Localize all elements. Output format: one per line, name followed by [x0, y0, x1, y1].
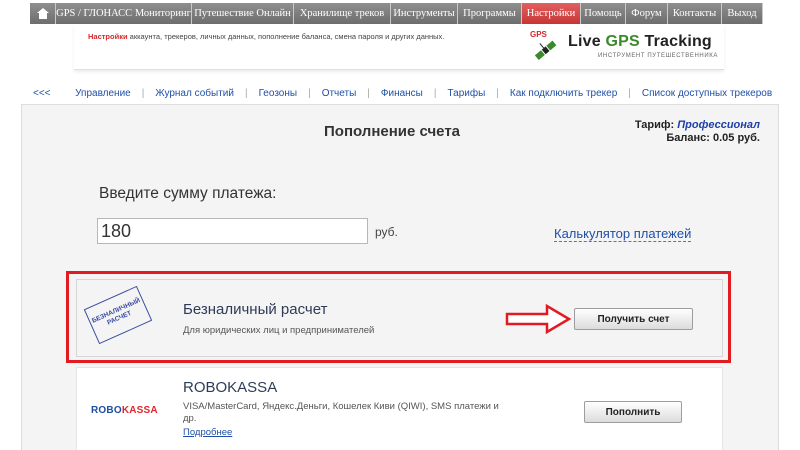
subnav-item-connect-tracker[interactable]: Как подключить трекер: [510, 88, 617, 99]
subnav-separator: |: [433, 87, 437, 99]
payment-option-robokassa: ROBOKASSA ROBOKASSA VISA/MasterCard, Янд…: [76, 367, 723, 450]
tariff-value: Профессионал: [677, 119, 760, 131]
amount-label: Введите сумму платежа:: [99, 185, 277, 202]
main-panel: Пополнение счета Тариф: Профессионал Бал…: [21, 104, 779, 450]
nav-item-track-storage[interactable]: Хранилище треков: [294, 3, 391, 24]
sub-navigation: <<< | Управление | Журнал событий | Геоз…: [33, 86, 772, 100]
satellite-icon: GPS: [530, 30, 557, 61]
robokassa-more-link[interactable]: Подробнее: [183, 427, 232, 438]
subnav-back-link[interactable]: <<<: [33, 88, 51, 99]
balance-label: Баланс:: [666, 132, 710, 144]
header-banner: Настройки аккаунта, трекеров, личных дан…: [74, 24, 724, 70]
subnav-separator: |: [367, 87, 370, 99]
robokassa-title: ROBOKASSA: [183, 379, 278, 396]
nav-item-logout[interactable]: Выход: [722, 3, 763, 24]
logo-subtitle: ИНСТРУМЕНТ ПУТЕШЕСТВЕННИКА: [598, 53, 718, 59]
robokassa-logo: ROBOKASSA: [91, 405, 158, 416]
subnav-separator: |: [141, 87, 145, 99]
subnav-item-management[interactable]: Управление: [75, 88, 131, 99]
logo: GPS Live GPS Tracking ИНСТРУМЕНТ ПУТЕШЕС…: [528, 28, 718, 66]
tariff-label: Тариф:: [634, 119, 675, 131]
top-navigation: GPS / ГЛОНАСС Мониторинг Путешествие Онл…: [30, 3, 772, 24]
banner-description: Настройки аккаунта, трекеров, личных дан…: [88, 32, 444, 41]
home-icon: [36, 8, 49, 19]
tariff-info: Тариф: Профессионал Баланс: 0.05 руб.: [622, 119, 760, 145]
subnav-item-event-log[interactable]: Журнал событий: [155, 88, 234, 99]
payment-calculator-link[interactable]: Калькулятор платежей: [554, 226, 692, 242]
subnav-separator: |: [244, 87, 248, 99]
nav-item-forum[interactable]: Форум: [626, 3, 668, 24]
subnav-separator: |: [628, 87, 631, 99]
nav-item-programs[interactable]: Программы: [458, 3, 522, 24]
amount-input[interactable]: [97, 218, 368, 244]
nav-item-settings[interactable]: Настройки: [522, 3, 581, 24]
subnav-item-tracker-list[interactable]: Список доступных трекеров: [642, 88, 772, 99]
nav-item-help[interactable]: Помощь: [581, 3, 626, 24]
logo-title: Live GPS Tracking: [568, 33, 712, 50]
banner-text: аккаунта, трекеров, личных данных, попол…: [127, 32, 445, 41]
subnav-item-tariffs[interactable]: Тарифы: [447, 88, 485, 99]
logo-badge: GPS: [530, 30, 548, 39]
nav-item-gps-monitoring[interactable]: GPS / ГЛОНАСС Мониторинг: [56, 3, 192, 24]
page-title: Пополнение счета: [324, 123, 461, 140]
subnav-item-geofences[interactable]: Геозоны: [259, 88, 298, 99]
subnav-separator: |: [308, 87, 311, 99]
home-button[interactable]: [30, 3, 56, 24]
subnav-separator: |: [496, 87, 499, 99]
subnav-item-finance[interactable]: Финансы: [381, 88, 423, 99]
balance-value: 0.05 руб.: [712, 132, 760, 144]
nav-item-contacts[interactable]: Контакты: [668, 3, 722, 24]
currency-label: руб.: [375, 225, 398, 239]
top-up-button[interactable]: Пополнить: [584, 401, 682, 423]
subnav-item-reports[interactable]: Отчеты: [322, 88, 357, 99]
nav-item-travel-online[interactable]: Путешествие Онлайн: [192, 3, 294, 24]
highlight-frame: [66, 271, 731, 363]
nav-item-tools[interactable]: Инструменты: [391, 3, 458, 24]
banner-highlight: Настройки: [88, 32, 128, 41]
robokassa-description: VISA/MasterCard, Яндекс.Деньги, Кошелек …: [183, 401, 499, 424]
